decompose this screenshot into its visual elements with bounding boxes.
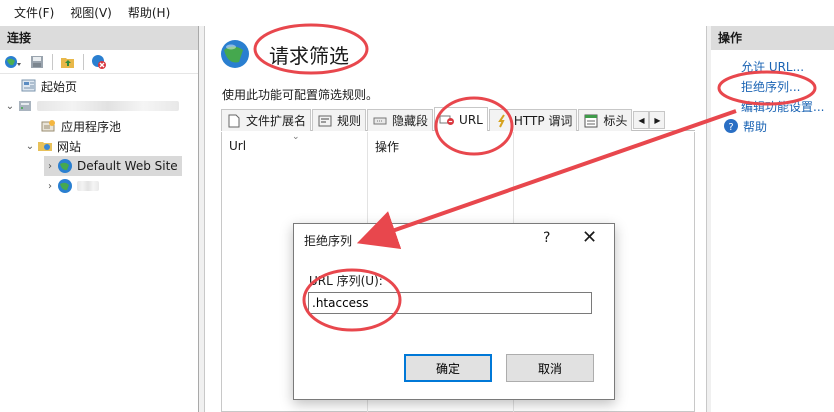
connections-panel: 连接 起始页 ⌄ 应用程序池 ⌄ 网站 › Default Web Site › xyxy=(0,26,199,412)
start-page-icon xyxy=(20,78,38,94)
redacted-server-name xyxy=(37,101,179,111)
dialog-close-button[interactable]: ✕ xyxy=(582,227,597,248)
ok-button[interactable]: 确定 xyxy=(404,354,492,382)
up-folder-icon[interactable] xyxy=(57,52,79,72)
toolbar-separator xyxy=(83,53,84,70)
redacted-site-name xyxy=(77,181,99,191)
page-description: 使用此功能可配置筛选规则。 xyxy=(222,88,379,102)
verb-icon xyxy=(494,113,510,128)
sort-chevron-icon: ⌄ xyxy=(292,132,300,142)
tree-item-server[interactable]: ⌄ xyxy=(4,96,179,116)
tab-rules[interactable]: 规则 xyxy=(312,109,367,131)
collapse-chevron-icon[interactable]: ⌄ xyxy=(24,141,36,152)
filter-tabs: 文件扩展名 规则 隐藏段 URL HTTP 谓词 标头 ◀ ▶ xyxy=(221,107,695,131)
edit-feature-settings-link[interactable]: 编辑功能设置... xyxy=(717,96,834,116)
deny-sequence-link[interactable]: 拒绝序列... xyxy=(717,76,834,96)
tab-file-extensions[interactable]: 文件扩展名 xyxy=(221,109,312,131)
cancel-button[interactable]: 取消 xyxy=(506,354,594,382)
rules-icon xyxy=(317,114,333,128)
tab-hidden-segments[interactable]: 隐藏段 xyxy=(367,109,434,131)
tab-scroll-left-icon[interactable]: ◀ xyxy=(633,111,650,129)
connect-globe-icon[interactable] xyxy=(2,52,24,72)
collapse-chevron-icon[interactable]: ⌄ xyxy=(4,101,16,112)
connections-header: 连接 xyxy=(0,26,198,50)
svg-text:?: ? xyxy=(728,122,733,133)
app-pool-icon xyxy=(40,118,58,134)
tree-label-start-page: 起始页 xyxy=(41,79,78,94)
tree-item-site-2[interactable]: › xyxy=(44,176,99,196)
tree-item-app-pools[interactable]: 应用程序池 xyxy=(40,116,121,136)
url-sequence-input[interactable] xyxy=(308,292,592,314)
tree-label-sites: 网站 xyxy=(57,139,82,154)
help-link[interactable]: ? 帮助 xyxy=(717,116,834,136)
server-icon xyxy=(16,98,34,114)
page-title: 请求筛选 xyxy=(269,44,349,68)
menu-help[interactable]: 帮助(H) xyxy=(120,2,178,24)
sites-folder-icon xyxy=(36,138,54,154)
tab-http-verbs[interactable]: HTTP 谓词 xyxy=(488,109,578,131)
site-globe-icon xyxy=(56,158,74,174)
dialog-title: 拒绝序列 xyxy=(304,234,353,248)
header-icon xyxy=(583,114,599,128)
allow-url-link[interactable]: 允许 URL... xyxy=(717,56,834,76)
menu-bar: 文件(F) 视图(V) 帮助(H) xyxy=(0,0,834,26)
feature-globe-icon xyxy=(219,38,251,73)
tree-label-default-web-site: Default Web Site xyxy=(77,159,178,173)
url-sequence-label: URL 序列(U): xyxy=(309,274,383,288)
help-icon: ? xyxy=(723,118,739,134)
connections-toolbar xyxy=(0,50,198,74)
expand-chevron-icon[interactable]: › xyxy=(44,181,56,192)
actions-panel: 操作 允许 URL... 拒绝序列... 编辑功能设置... ? 帮助 xyxy=(711,26,834,412)
site-globe-icon xyxy=(56,178,74,194)
tree-label-app-pools: 应用程序池 xyxy=(61,119,122,134)
menu-file[interactable]: 文件(F) xyxy=(6,2,62,24)
tree-item-default-web-site[interactable]: › Default Web Site xyxy=(44,156,182,176)
expand-chevron-icon[interactable]: › xyxy=(44,161,56,172)
tab-url[interactable]: URL xyxy=(434,107,488,131)
tab-scroll-right-icon[interactable]: ▶ xyxy=(649,111,666,129)
disconnect-icon[interactable] xyxy=(88,52,110,72)
deny-sequence-dialog: 拒绝序列 ? ✕ URL 序列(U): 确定 取消 xyxy=(293,223,615,400)
file-icon xyxy=(226,114,242,128)
column-header-url[interactable]: Url ⌄ xyxy=(222,132,367,160)
menu-view[interactable]: 视图(V) xyxy=(62,2,120,24)
column-header-action[interactable]: 操作 xyxy=(368,132,513,160)
actions-header: 操作 xyxy=(711,26,834,50)
url-deny-icon xyxy=(439,113,455,127)
hidden-segment-icon xyxy=(372,114,388,128)
dialog-help-button[interactable]: ? xyxy=(543,230,550,246)
save-icon[interactable] xyxy=(26,52,48,72)
tab-headers[interactable]: 标头 xyxy=(578,109,633,131)
toolbar-separator xyxy=(52,53,53,70)
tree-item-sites[interactable]: ⌄ 网站 xyxy=(24,136,81,156)
tree-item-start-page[interactable]: 起始页 xyxy=(20,76,77,96)
